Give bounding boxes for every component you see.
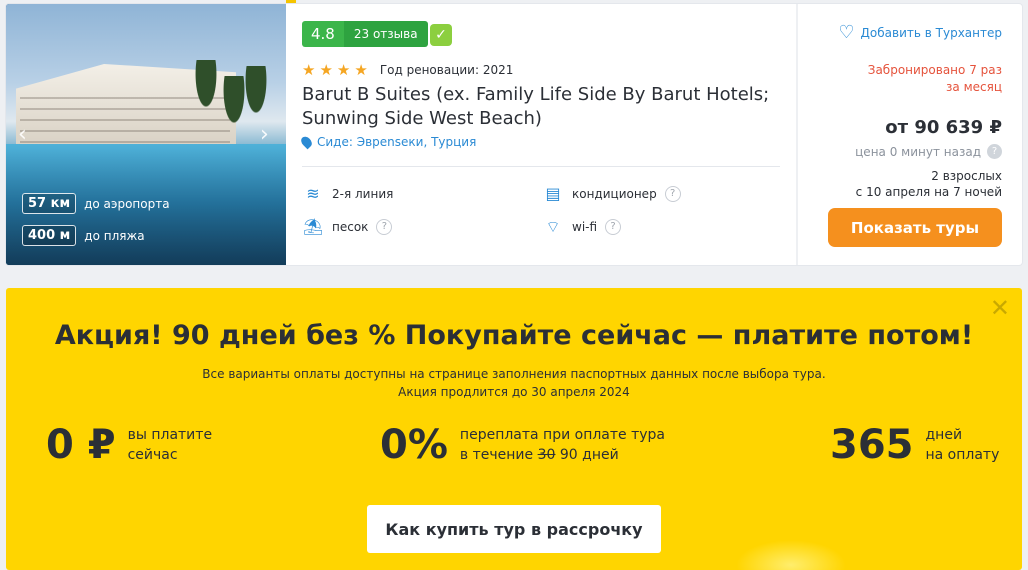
decorative-glow	[736, 540, 846, 570]
promo-subtitle-line2: Акция продлится до 30 апреля 2024	[398, 385, 630, 399]
stat-overpay-value: 0%	[380, 422, 448, 468]
rating-score: 4.8	[302, 21, 344, 47]
stat-pay-now-text: вы платите сейчас	[127, 427, 213, 463]
show-tours-button[interactable]: Показать туры	[828, 208, 1002, 247]
photo-prev-arrow-icon[interactable]: ‹	[18, 124, 27, 146]
feature-label: песок	[332, 220, 369, 234]
stat-pay-now-value: 0 ₽	[46, 422, 116, 468]
star-icon: ★	[354, 61, 368, 79]
location-text: Сиде: Эврenseки, Турция	[317, 135, 477, 149]
sand-beach-icon: ⛱	[302, 217, 324, 236]
star-icon: ★	[319, 61, 333, 79]
reviews-count: 23 отзыва	[343, 21, 428, 47]
star-icon: ★	[302, 61, 316, 79]
guests: 2 взрослых	[931, 169, 1002, 183]
feature-air-conditioner: ▤ кондиционер ?	[542, 184, 681, 204]
air-conditioner-icon: ▤	[545, 184, 561, 203]
renovation-year: Год реновации: 2021	[379, 63, 514, 77]
feature-label: кондиционер	[572, 187, 657, 201]
divider	[302, 166, 780, 167]
hotel-stars: ★ ★ ★ ★ Год реновации: 2021	[302, 61, 513, 79]
stat-days-text: дней на оплату	[925, 427, 1000, 463]
distance-airport: 57 км до аэропорта	[22, 193, 170, 214]
location-pin-icon	[299, 134, 314, 150]
price-age: цена 0 минут назад ?	[855, 144, 1002, 159]
promo-title: Акция! 90 дней без % Покупайте сейчас — …	[54, 320, 974, 351]
stat-overpay-text: переплата при оплате тура в течение 30 9…	[459, 427, 666, 463]
hotel-info: 4.8 23 отзыва ✓ ★ ★ ★ ★ Год реновации: 2…	[299, 4, 796, 265]
wifi-icon: ⌔	[545, 217, 561, 236]
hotel-name[interactable]: Barut B Suites (ex. Family Life Side By …	[302, 83, 782, 131]
photo-next-arrow-icon[interactable]: ›	[260, 124, 269, 146]
favorites-label: Добавить в Турхантер	[860, 25, 1002, 40]
distance-beach-value: 400 м	[22, 225, 77, 246]
stat-days-value: 365	[830, 422, 914, 468]
feature-sand: ⛱ песок ?	[302, 217, 393, 237]
help-icon[interactable]: ?	[605, 219, 622, 235]
booked-count: Забронировано 7 раз за месяц	[867, 63, 1002, 94]
hotel-photo[interactable]: ‹ › 57 км до аэропорта 400 м до пляжа	[6, 4, 286, 265]
close-icon[interactable]: ✕	[990, 296, 1010, 320]
feature-label: wi-fi	[572, 220, 598, 234]
rating-badge[interactable]: 4.8 23 отзыва	[302, 21, 428, 47]
feature-label: 2-я линия	[332, 187, 394, 201]
star-icon: ★	[336, 61, 351, 79]
how-to-buy-button[interactable]: Как купить тур в рассрочку	[367, 505, 661, 553]
promo-banner: ✕ Акция! 90 дней без % Покупайте сейчас …	[6, 288, 1022, 570]
hotel-location[interactable]: Сиде: Эврenseки, Турция	[299, 134, 477, 150]
distance-airport-label: до аэропорта	[84, 196, 170, 211]
feature-wifi: ⌔ wi-fi ?	[542, 217, 622, 237]
price-age-text: цена 0 минут назад	[855, 144, 981, 159]
stat-overpay: 0% переплата при оплате тура в течение 3…	[380, 422, 665, 468]
tour-params: 2 взрослых с 10 апреля на 7 ночей	[856, 168, 1002, 200]
verified-check-icon: ✓	[430, 24, 452, 46]
stat-pay-now: 0 ₽ вы платите сейчас	[46, 422, 212, 468]
distance-beach-label: до пляжа	[84, 228, 145, 243]
help-icon[interactable]: ?	[987, 144, 1002, 159]
heart-icon: ♡	[838, 22, 855, 43]
feature-beach-line: ≋ 2-я линия	[302, 184, 393, 204]
beach-line-icon: ≋	[306, 184, 320, 203]
top-marker	[286, 0, 296, 3]
add-to-favorites-button[interactable]: ♡ Добавить в Турхантер	[838, 22, 1002, 43]
stat-days: 365 дней на оплату	[830, 422, 999, 468]
distance-beach: 400 м до пляжа	[22, 225, 145, 246]
help-icon[interactable]: ?	[664, 186, 681, 202]
promo-subtitle: Все варианты оплаты доступны на странице…	[6, 365, 1022, 401]
help-icon[interactable]: ?	[376, 219, 393, 235]
distance-airport-value: 57 км	[22, 193, 77, 214]
price-column: ♡ Добавить в Турхантер Забронировано 7 р…	[798, 4, 1022, 265]
dates: с 10 апреля на 7 ночей	[855, 185, 1002, 199]
promo-subtitle-line1: Все варианты оплаты доступны на странице…	[202, 367, 826, 381]
price: от 90 639 ₽	[885, 117, 1002, 138]
hotel-card: ‹ › 57 км до аэропорта 400 м до пляжа 4.…	[6, 4, 1022, 265]
